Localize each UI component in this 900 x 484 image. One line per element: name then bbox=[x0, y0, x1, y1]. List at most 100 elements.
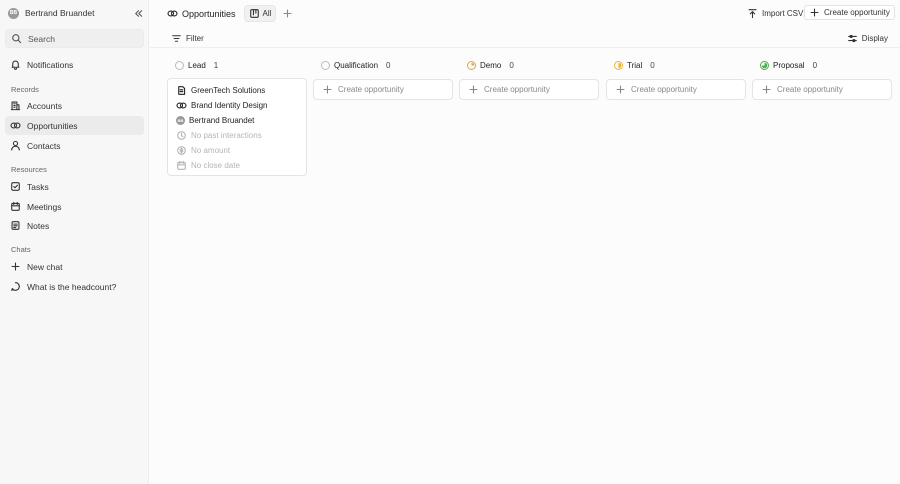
page-title-text: Opportunities bbox=[182, 8, 236, 19]
page-title: Opportunities bbox=[167, 8, 236, 19]
column-count: 0 bbox=[650, 60, 655, 70]
card-amount: No amount bbox=[191, 146, 231, 155]
sidebar-item-label: New chat bbox=[27, 261, 63, 272]
sidebar-item-label: Opportunities bbox=[27, 120, 78, 131]
section-chats: Chats bbox=[11, 245, 31, 254]
document-icon bbox=[176, 85, 187, 96]
clock-icon bbox=[176, 130, 187, 141]
card-close-date: No close date bbox=[191, 161, 240, 170]
user-icon bbox=[10, 140, 21, 151]
sidebar-item-label: Notes bbox=[27, 220, 50, 231]
chat-bubble-icon bbox=[10, 281, 21, 292]
column-name: Trial bbox=[627, 60, 643, 70]
checkbox-icon bbox=[10, 181, 21, 192]
card-opportunity-row: Brand Identity Design bbox=[176, 98, 298, 113]
currency-icon bbox=[176, 145, 187, 156]
sidebar-item-new-chat[interactable]: New chat bbox=[5, 257, 144, 276]
handshake-icon bbox=[10, 120, 21, 131]
status-empty-icon bbox=[321, 60, 330, 70]
card-company: GreenTech Solutions bbox=[191, 86, 266, 95]
plus-icon bbox=[10, 261, 21, 272]
filter-icon bbox=[171, 33, 182, 44]
create-opportunity-card[interactable]: Create opportunity bbox=[459, 79, 599, 100]
column-count: 1 bbox=[213, 60, 219, 70]
card-interactions: No past interactions bbox=[191, 131, 262, 140]
column-header: Lead 1 bbox=[167, 56, 307, 74]
create-opportunity-card[interactable]: Create opportunity bbox=[313, 79, 453, 100]
column-name: Demo bbox=[480, 60, 502, 70]
board-column-lead: Lead 1 GreenTech Solutions Brand Identit… bbox=[167, 56, 307, 176]
plus-icon bbox=[761, 84, 772, 95]
create-card-label: Create opportunity bbox=[631, 85, 697, 94]
search-input[interactable]: Search bbox=[5, 29, 144, 48]
collapse-sidebar-icon[interactable] bbox=[133, 8, 144, 19]
note-icon bbox=[10, 220, 21, 231]
column-header: Qualification 0 bbox=[313, 56, 453, 74]
search-label: Search bbox=[28, 33, 55, 44]
card-opportunity: Brand Identity Design bbox=[191, 101, 268, 110]
card-owner: Bertrand Bruandet bbox=[189, 116, 255, 125]
search-icon bbox=[11, 33, 22, 44]
sidebar-item-label: Contacts bbox=[27, 140, 61, 151]
status-half-icon bbox=[614, 60, 623, 70]
board-column-proposal: Proposal 0 Create opportunity bbox=[752, 56, 892, 100]
owner-avatar: BB bbox=[176, 116, 185, 125]
filter-label: Filter bbox=[186, 33, 204, 43]
board-column-demo: Demo 0 Create opportunity bbox=[459, 56, 599, 100]
add-view-icon[interactable] bbox=[282, 8, 293, 19]
plus-icon bbox=[468, 84, 479, 95]
bell-icon bbox=[10, 59, 21, 70]
sidebar-item-accounts[interactable]: Accounts bbox=[5, 96, 144, 115]
column-count: 0 bbox=[386, 60, 391, 70]
column-count: 0 bbox=[509, 60, 514, 70]
card-amount-row: No amount bbox=[176, 143, 298, 158]
workspace-avatar: BB bbox=[8, 7, 19, 19]
sidebar-item-opportunities[interactable]: Opportunities bbox=[5, 116, 144, 135]
section-resources: Resources bbox=[11, 165, 47, 174]
sidebar-item-notifications[interactable]: Notifications bbox=[5, 55, 144, 74]
display-button[interactable]: Display bbox=[843, 31, 892, 45]
plus-icon bbox=[615, 84, 626, 95]
create-card-label: Create opportunity bbox=[777, 85, 843, 94]
sidebar-item-label: Notifications bbox=[27, 59, 74, 70]
create-opportunity-card[interactable]: Create opportunity bbox=[752, 79, 892, 100]
sidebar-item-notes[interactable]: Notes bbox=[5, 216, 144, 235]
column-header: Proposal 0 bbox=[752, 56, 892, 74]
column-name: Proposal bbox=[773, 60, 805, 70]
sidebar-item-chat-headcount[interactable]: What is the headcount? bbox=[5, 277, 144, 296]
import-csv-button[interactable]: Import CSV bbox=[743, 6, 807, 20]
calendar-icon bbox=[176, 160, 187, 171]
filter-bar: Filter Display bbox=[150, 28, 900, 48]
card-close-date-row: No close date bbox=[176, 158, 298, 173]
top-bar: Opportunities All Import CSV Create oppo… bbox=[150, 0, 900, 27]
handshake-icon bbox=[167, 8, 178, 19]
create-opportunity-button[interactable]: Create opportunity bbox=[804, 5, 895, 20]
plus-icon bbox=[809, 7, 820, 18]
column-count: 0 bbox=[812, 60, 818, 70]
column-header: Demo 0 bbox=[459, 56, 599, 74]
workspace-switcher[interactable]: BB Bertrand Bruandet bbox=[8, 6, 144, 20]
status-mostly-icon bbox=[760, 60, 769, 70]
sidebar-item-meetings[interactable]: Meetings bbox=[5, 197, 144, 216]
sidebar-item-contacts[interactable]: Contacts bbox=[5, 136, 144, 155]
status-partial-icon bbox=[467, 60, 476, 70]
view-tab-all[interactable]: All bbox=[243, 5, 277, 22]
create-card-label: Create opportunity bbox=[484, 85, 550, 94]
sidebar-item-tasks[interactable]: Tasks bbox=[5, 177, 144, 196]
view-tab-label: All bbox=[262, 9, 272, 18]
sidebar-item-label: Accounts bbox=[27, 100, 62, 111]
opportunity-card[interactable]: GreenTech Solutions Brand Identity Desig… bbox=[167, 78, 307, 176]
display-label: Display bbox=[861, 33, 888, 43]
create-card-label: Create opportunity bbox=[338, 85, 404, 94]
sidebar-item-label: Meetings bbox=[27, 201, 62, 212]
create-opportunity-card[interactable]: Create opportunity bbox=[606, 79, 746, 100]
section-records: Records bbox=[11, 85, 39, 94]
filter-button[interactable]: Filter bbox=[167, 31, 208, 45]
card-interactions-row: No past interactions bbox=[176, 128, 298, 143]
import-csv-label: Import CSV bbox=[762, 8, 804, 18]
column-name: Lead bbox=[188, 60, 206, 70]
calendar-icon bbox=[10, 201, 21, 212]
plus-icon bbox=[322, 84, 333, 95]
sidebar-item-label: What is the headcount? bbox=[27, 281, 117, 292]
handshake-icon bbox=[176, 100, 187, 111]
